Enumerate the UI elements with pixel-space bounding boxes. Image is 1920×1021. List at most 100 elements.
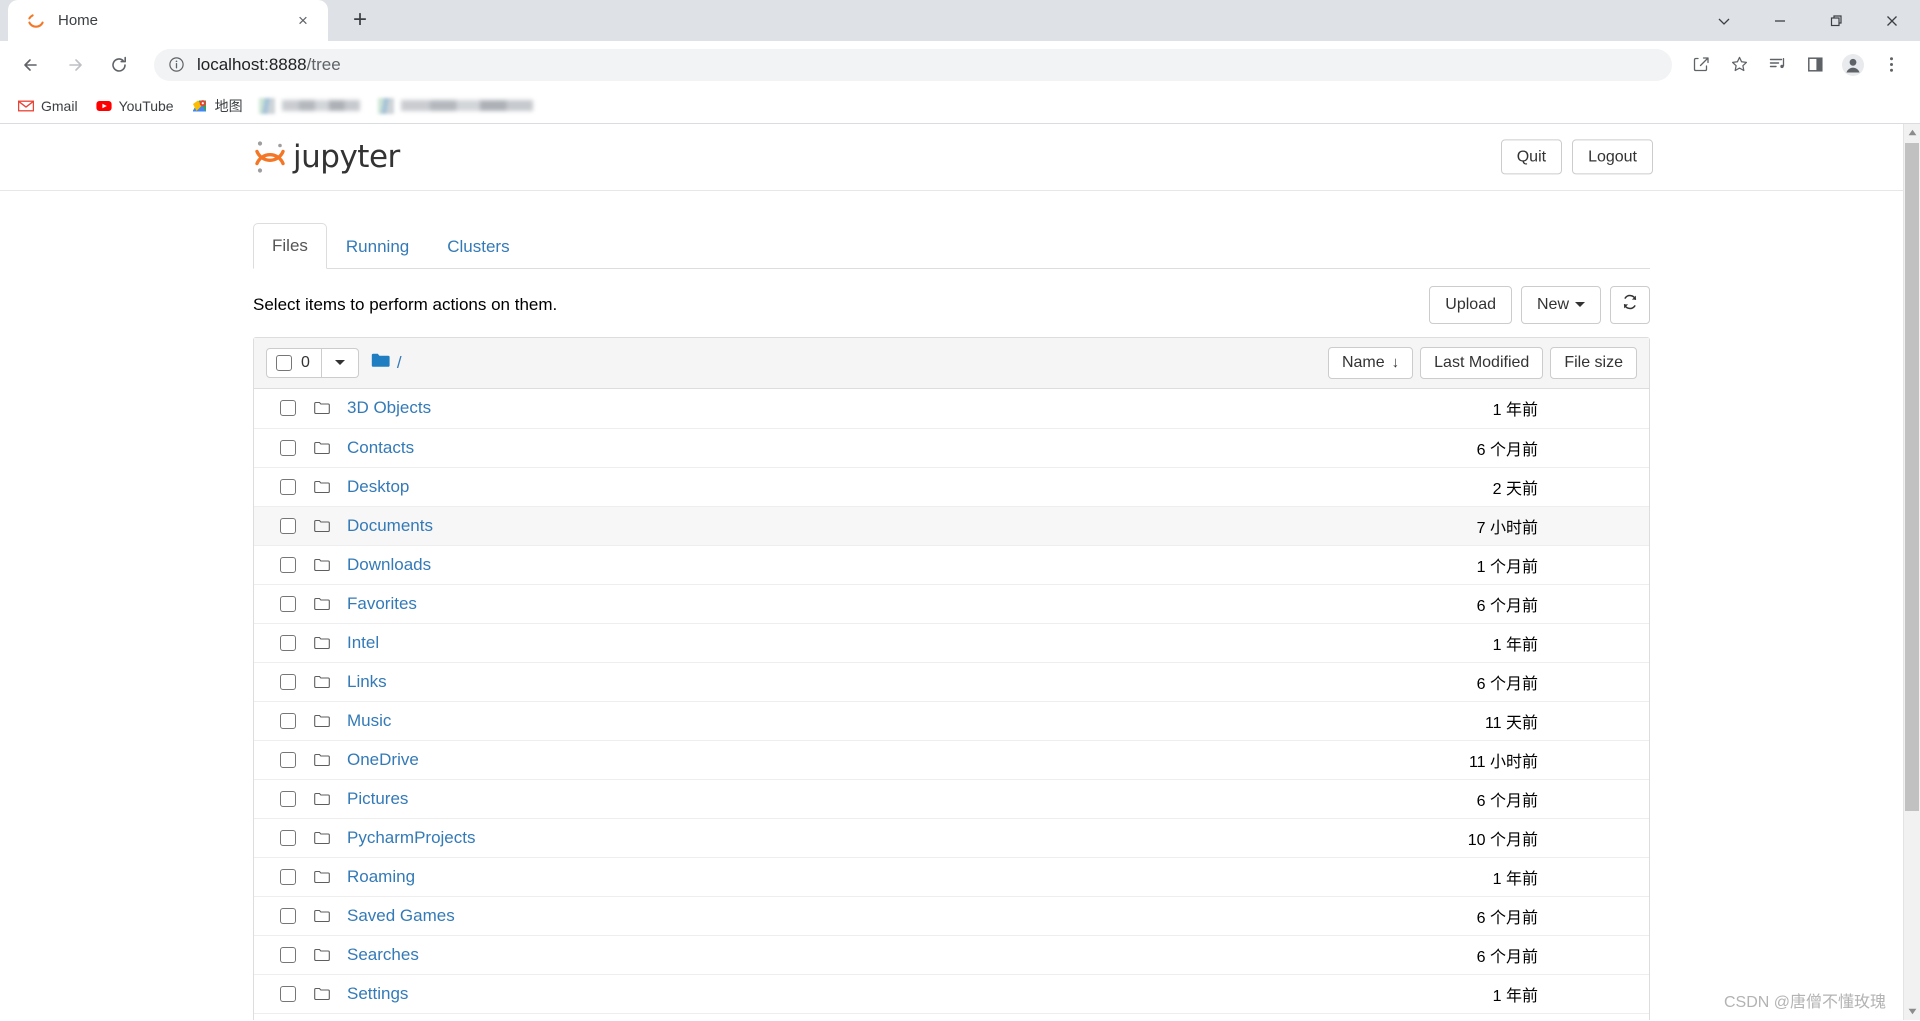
row-checkbox[interactable] xyxy=(280,790,296,807)
file-name-link[interactable]: Downloads xyxy=(343,555,1477,575)
quit-button[interactable]: Quit xyxy=(1500,139,1563,175)
tab-search-button[interactable] xyxy=(1696,0,1752,41)
share-icon[interactable] xyxy=(1684,48,1718,82)
row-checkbox[interactable] xyxy=(280,985,296,1002)
row-checkbox[interactable] xyxy=(280,829,296,846)
file-name-link[interactable]: PycharmProjects xyxy=(343,828,1468,848)
file-name-link[interactable]: Links xyxy=(343,672,1477,692)
file-name-link[interactable]: Favorites xyxy=(343,594,1477,614)
row-checkbox[interactable] xyxy=(280,751,296,768)
row-checkbox-cell[interactable] xyxy=(266,517,314,534)
file-name-link[interactable]: Documents xyxy=(343,516,1477,536)
row-checkbox-cell[interactable] xyxy=(266,829,314,846)
close-window-button[interactable] xyxy=(1864,0,1920,41)
file-list-row[interactable]: Contacts 6 个月前 xyxy=(254,427,1649,467)
file-name-link[interactable]: Contacts xyxy=(343,438,1477,458)
row-checkbox[interactable] xyxy=(280,673,296,690)
row-checkbox-cell[interactable] xyxy=(266,400,314,417)
site-info-icon[interactable] xyxy=(168,56,185,73)
new-tab-button[interactable]: + xyxy=(342,2,378,38)
forward-button[interactable] xyxy=(56,46,94,84)
file-list-row[interactable]: Pictures 6 个月前 xyxy=(254,778,1649,818)
address-bar[interactable]: localhost:8888/tree xyxy=(154,48,1672,81)
row-checkbox[interactable] xyxy=(280,517,296,534)
file-name-link[interactable]: Music xyxy=(343,711,1485,731)
minimize-button[interactable] xyxy=(1752,0,1808,41)
row-checkbox-cell[interactable] xyxy=(266,868,314,885)
file-list-row[interactable]: OneDrive 11 小时前 xyxy=(254,739,1649,779)
row-checkbox[interactable] xyxy=(280,439,296,456)
tab-clusters[interactable]: Clusters xyxy=(428,224,528,269)
file-list-row[interactable]: Roaming 1 年前 xyxy=(254,856,1649,896)
row-checkbox[interactable] xyxy=(280,556,296,573)
logout-button[interactable]: Logout xyxy=(1572,139,1653,175)
select-dropdown-button[interactable] xyxy=(321,347,359,378)
row-checkbox-cell[interactable] xyxy=(266,634,314,651)
row-checkbox[interactable] xyxy=(280,907,296,924)
row-checkbox[interactable] xyxy=(280,634,296,651)
row-checkbox-cell[interactable] xyxy=(266,478,314,495)
new-button[interactable]: New xyxy=(1520,286,1601,324)
select-all-button[interactable]: 0 xyxy=(266,347,322,378)
bookmark-redacted-1[interactable] xyxy=(253,92,366,120)
file-name-link[interactable]: Desktop xyxy=(343,477,1493,497)
select-all-checkbox[interactable] xyxy=(276,354,292,371)
bookmark-maps[interactable]: 地图 xyxy=(184,92,251,120)
file-list-row[interactable]: source1 年前 xyxy=(254,1012,1649,1020)
side-panel-icon[interactable] xyxy=(1798,48,1832,82)
bookmark-redacted-2[interactable] xyxy=(372,92,539,120)
file-name-link[interactable]: Saved Games xyxy=(343,906,1477,926)
file-name-link[interactable]: OneDrive xyxy=(343,750,1469,770)
file-list-row[interactable]: Music 11 天前 xyxy=(254,700,1649,740)
row-checkbox-cell[interactable] xyxy=(266,985,314,1002)
scrollbar-thumb[interactable] xyxy=(1905,143,1919,811)
sort-last-modified-button[interactable]: Last Modified xyxy=(1420,346,1544,379)
jupyter-logo[interactable]: jupyter xyxy=(253,137,400,177)
file-list-row[interactable]: Downloads 1 个月前 xyxy=(254,544,1649,584)
row-checkbox-cell[interactable] xyxy=(266,595,314,612)
row-checkbox-cell[interactable] xyxy=(266,673,314,690)
row-checkbox-cell[interactable] xyxy=(266,790,314,807)
breadcrumb-path[interactable]: / xyxy=(397,353,402,373)
file-name-link[interactable]: 3D Objects xyxy=(343,398,1493,418)
row-checkbox[interactable] xyxy=(280,400,296,417)
row-checkbox[interactable] xyxy=(280,868,296,885)
scroll-up-arrow-icon[interactable] xyxy=(1904,124,1920,141)
tab-files[interactable]: Files xyxy=(253,223,327,270)
row-checkbox-cell[interactable] xyxy=(266,907,314,924)
refresh-button[interactable] xyxy=(1610,286,1650,324)
tab-running[interactable]: Running xyxy=(327,224,428,269)
bookmark-youtube[interactable]: YouTube xyxy=(88,92,182,120)
row-checkbox-cell[interactable] xyxy=(266,946,314,963)
file-name-link[interactable]: Searches xyxy=(343,945,1477,965)
sort-file-size-button[interactable]: File size xyxy=(1550,346,1637,379)
file-list-row[interactable]: Documents 7 小时前 xyxy=(254,505,1649,545)
upload-button[interactable]: Upload xyxy=(1429,286,1512,324)
close-tab-icon[interactable]: × xyxy=(290,8,316,34)
row-checkbox[interactable] xyxy=(280,946,296,963)
row-checkbox-cell[interactable] xyxy=(266,556,314,573)
chrome-menu-icon[interactable] xyxy=(1874,48,1908,82)
row-checkbox-cell[interactable] xyxy=(266,439,314,456)
back-button[interactable] xyxy=(12,46,50,84)
row-checkbox[interactable] xyxy=(280,712,296,729)
file-list-row[interactable]: Settings 1 年前 xyxy=(254,973,1649,1013)
browser-tab-home[interactable]: Home × xyxy=(8,0,328,41)
row-checkbox-cell[interactable] xyxy=(266,712,314,729)
file-name-link[interactable]: Pictures xyxy=(343,789,1477,809)
row-checkbox[interactable] xyxy=(280,478,296,495)
reading-list-icon[interactable] xyxy=(1760,48,1794,82)
file-list-row[interactable]: Saved Games 6 个月前 xyxy=(254,895,1649,935)
file-list-row[interactable]: Favorites 6 个月前 xyxy=(254,583,1649,623)
file-list-row[interactable]: Searches 6 个月前 xyxy=(254,934,1649,974)
row-checkbox[interactable] xyxy=(280,595,296,612)
bookmark-gmail[interactable]: Gmail xyxy=(10,92,86,120)
reload-button[interactable] xyxy=(100,46,138,84)
file-name-link[interactable]: Intel xyxy=(343,633,1493,653)
file-list-row[interactable]: Links 6 个月前 xyxy=(254,661,1649,701)
profile-avatar-icon[interactable] xyxy=(1836,48,1870,82)
file-list-row[interactable]: Desktop 2 天前 xyxy=(254,466,1649,506)
file-name-link[interactable]: Roaming xyxy=(343,867,1493,887)
sort-name-button[interactable]: Name ↓ xyxy=(1327,346,1414,379)
bookmark-star-icon[interactable] xyxy=(1722,48,1756,82)
